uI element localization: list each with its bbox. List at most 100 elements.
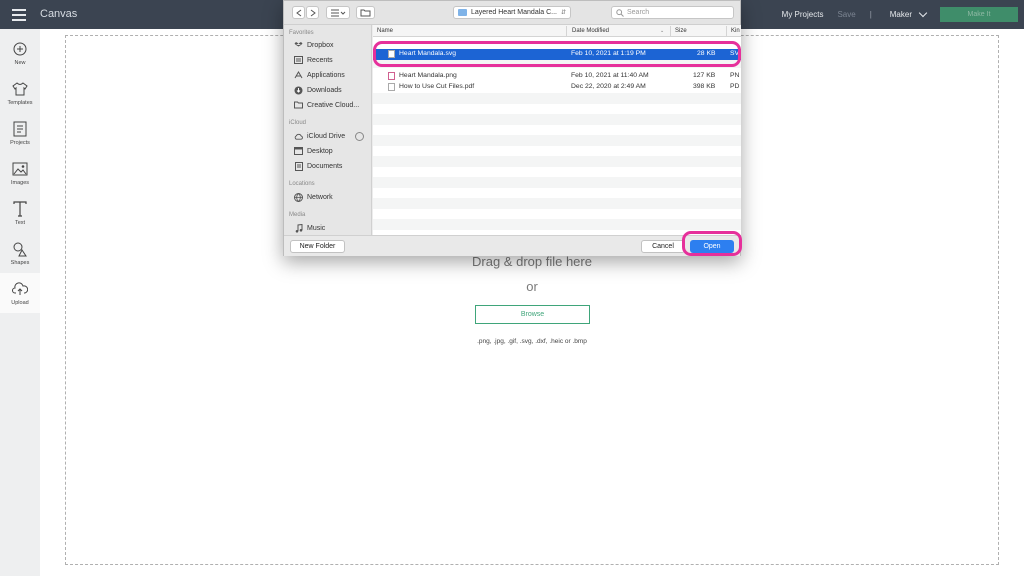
dialog-sidebar: Favorites Dropbox Recents Applications D…: [284, 25, 372, 235]
header-divider: |: [869, 10, 872, 19]
sidebar-item-label: Applications: [307, 71, 345, 79]
sidebar-item-label: Recents: [307, 56, 333, 64]
column-size[interactable]: Size: [675, 28, 687, 34]
sidebar-label: Upload: [11, 300, 29, 306]
folder-icon: [360, 9, 371, 16]
my-projects-link[interactable]: My Projects: [782, 10, 824, 19]
sidebar-item-label: Desktop: [307, 147, 333, 155]
list-view-icon: [331, 9, 346, 16]
applications-icon: [294, 71, 303, 79]
media-heading: Media: [289, 212, 306, 218]
file-open-dialog: Layered Heart Mandala C... ⇵ Search Favo…: [283, 0, 741, 256]
file-row[interactable]: Heart Mandala.png Feb 10, 2021 at 11:40 …: [373, 71, 741, 82]
or-text: or: [526, 279, 538, 294]
file-kind: PD: [730, 83, 740, 90]
sidebar-item-desktop[interactable]: Desktop: [294, 147, 333, 155]
recents-icon: [294, 56, 303, 64]
sidebar-item-label: Dropbox: [307, 41, 334, 49]
left-sidebar: New Templates Projects Images Text Shape…: [0, 29, 40, 576]
sidebar-item-icloud-drive[interactable]: iCloud Drive: [294, 132, 345, 140]
make-it-button[interactable]: Make It: [940, 7, 1018, 22]
sidebar-item-music[interactable]: Music: [294, 223, 326, 233]
image-file-icon: [388, 72, 395, 80]
forward-button[interactable]: [306, 6, 319, 19]
icloud-heading: iCloud: [289, 120, 307, 126]
sidebar-item-creative-cloud[interactable]: Creative Cloud...: [294, 101, 359, 109]
file-name: How to Use Cut Files.pdf: [399, 83, 475, 90]
folder-icon: [458, 9, 467, 16]
sidebar-item-recents[interactable]: Recents: [294, 56, 333, 64]
cloud-icon: [294, 132, 303, 140]
location-label: Layered Heart Mandala C...: [471, 9, 557, 16]
file-size: 127 KB: [693, 72, 716, 79]
header-actions: My Projects Save | Maker Make It: [782, 0, 1024, 29]
file-kind: PN: [730, 72, 740, 79]
column-kind[interactable]: Kin: [731, 28, 740, 34]
file-size: 398 KB: [693, 83, 716, 90]
sidebar-item-projects[interactable]: Projects: [0, 113, 40, 153]
column-name[interactable]: Name: [377, 28, 393, 34]
sidebar-item-applications[interactable]: Applications: [294, 71, 345, 79]
sidebar-item-new[interactable]: New: [0, 33, 40, 73]
view-mode-button[interactable]: [326, 6, 350, 19]
cloud-upload-icon: [12, 281, 28, 297]
back-button[interactable]: [292, 6, 305, 19]
sidebar-item-network[interactable]: Network: [294, 192, 333, 202]
machine-select[interactable]: Maker: [890, 10, 912, 19]
column-date-modified[interactable]: Date Modified: [572, 28, 609, 34]
downloads-icon: [294, 86, 303, 94]
plus-circle-icon: [12, 41, 28, 57]
browse-button[interactable]: Browse: [475, 305, 590, 324]
music-icon: [294, 223, 303, 233]
file-row[interactable]: How to Use Cut Files.pdf Dec 22, 2020 at…: [373, 82, 741, 93]
dialog-toolbar: Layered Heart Mandala C... ⇵ Search: [284, 1, 740, 25]
app-title: Canvas: [40, 8, 78, 20]
documents-icon: [294, 161, 303, 171]
cancel-button[interactable]: Cancel: [641, 240, 685, 253]
sidebar-item-label: Music: [307, 224, 326, 232]
sidebar-item-downloads[interactable]: Downloads: [294, 86, 342, 94]
sidebar-item-text[interactable]: Text: [0, 193, 40, 233]
search-input[interactable]: Search: [611, 6, 734, 19]
sidebar-item-label: iCloud Drive: [307, 132, 346, 140]
file-date: Dec 22, 2020 at 2:49 AM: [571, 83, 646, 90]
search-placeholder: Search: [627, 9, 650, 16]
sidebar-item-shapes[interactable]: Shapes: [0, 233, 40, 273]
sidebar-label: Templates: [7, 100, 33, 106]
sidebar-label: Projects: [10, 140, 30, 146]
drag-drop-text: Drag & drop file here: [472, 254, 592, 269]
sidebar-item-label: Documents: [307, 162, 343, 170]
globe-icon: [294, 192, 303, 202]
new-folder-toolbar-button[interactable]: [356, 6, 375, 19]
sidebar-item-images[interactable]: Images: [0, 153, 40, 193]
projects-icon: [12, 121, 28, 137]
menu-icon[interactable]: [12, 9, 26, 21]
sidebar-label: Shapes: [10, 260, 30, 266]
tshirt-icon: [12, 81, 28, 97]
chevron-down-icon[interactable]: [918, 8, 928, 18]
new-folder-button[interactable]: New Folder: [290, 240, 345, 253]
sidebar-item-label: Network: [307, 193, 333, 201]
sidebar-label: Images: [10, 180, 30, 186]
file-date: Feb 10, 2021 at 11:40 AM: [571, 72, 649, 79]
image-icon: [12, 161, 28, 177]
location-popup[interactable]: Layered Heart Mandala C... ⇵: [453, 6, 571, 19]
text-icon: [12, 201, 28, 217]
progress-circle-icon: [355, 132, 364, 141]
file-list-header: Name Date Modified ⌄ Size Kin: [373, 25, 741, 37]
sidebar-item-dropbox[interactable]: Dropbox: [294, 41, 333, 49]
highlight-selected-file: [373, 41, 741, 67]
save-button[interactable]: Save: [837, 10, 855, 19]
locations-heading: Locations: [289, 181, 315, 187]
sidebar-item-documents[interactable]: Documents: [294, 161, 343, 171]
favorites-heading: Favorites: [289, 30, 314, 36]
shapes-icon: [12, 241, 28, 257]
supported-formats-text: .png, .jpg, .gif, .svg, .dxf, .heic or .…: [477, 338, 587, 345]
sidebar-item-upload[interactable]: Upload: [0, 273, 40, 313]
sidebar-label: Text: [14, 220, 26, 226]
file-name: Heart Mandala.png: [399, 72, 457, 79]
sort-chevron-icon: ⌄: [660, 28, 665, 34]
sidebar-item-label: Downloads: [307, 86, 342, 94]
sidebar-item-templates[interactable]: Templates: [0, 73, 40, 113]
dialog-footer: New Folder Cancel Open: [284, 235, 740, 256]
